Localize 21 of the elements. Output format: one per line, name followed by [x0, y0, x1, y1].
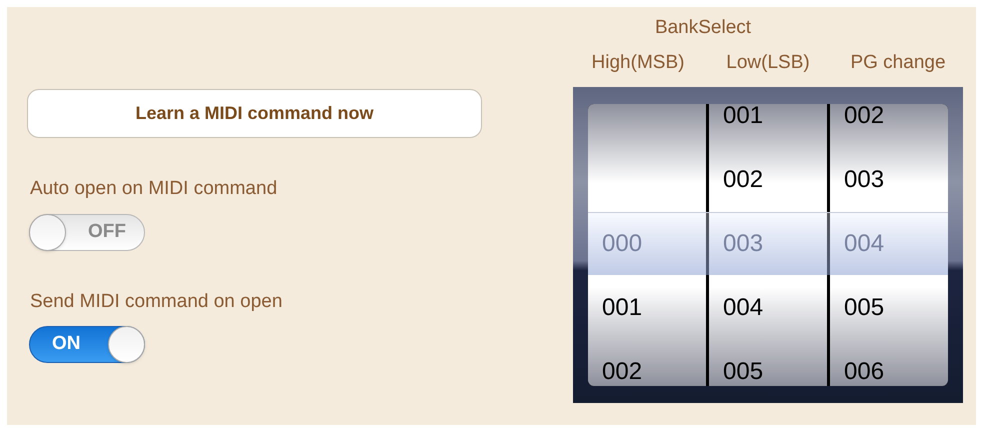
picker-value[interactable]: 002 [723, 162, 764, 198]
column-title: PG change [850, 50, 946, 74]
picker-value[interactable]: 002 [844, 104, 884, 134]
picker-wheel[interactable]: 000 001 002 001 002 003 004 005 002 003 004 005 006 [573, 87, 963, 403]
picker-value[interactable]: 001 [723, 104, 764, 134]
picker-value[interactable]: 006 [844, 354, 884, 386]
learn-button[interactable]: Learn a MIDI command now [27, 89, 482, 138]
group-title: BankSelect [654, 16, 752, 40]
toggle-switch[interactable]: ON [29, 326, 145, 363]
toggle-label: Send MIDI command on open [30, 290, 282, 314]
column-title: Low(LSB) [726, 50, 810, 74]
picker-value[interactable]: 002 [602, 354, 642, 386]
toggle-knob [108, 326, 145, 363]
picker-value[interactable]: 004 [723, 290, 764, 326]
picker-value[interactable]: 001 [602, 290, 642, 326]
toggle-label: Auto open on MIDI command [30, 177, 278, 201]
picker-value[interactable]: 005 [844, 290, 884, 326]
toggle-knob [29, 214, 66, 250]
picker-value[interactable]: 005 [723, 354, 764, 386]
column-title: High(MSB) [592, 50, 684, 74]
picker-value[interactable]: 003 [844, 162, 884, 198]
